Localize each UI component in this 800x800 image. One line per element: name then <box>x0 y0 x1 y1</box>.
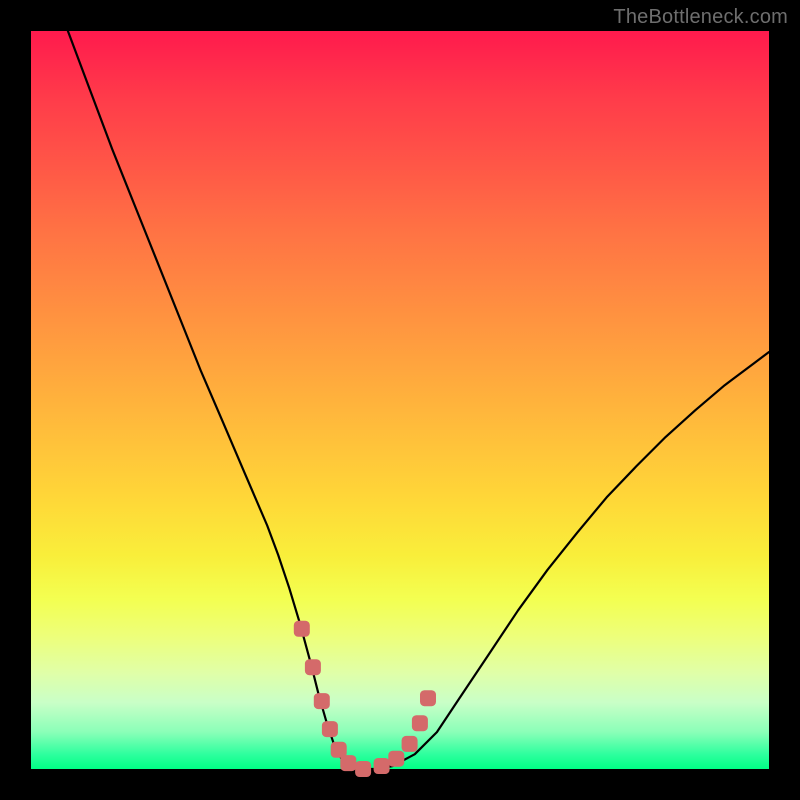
optimal-marker <box>412 715 428 731</box>
optimal-marker <box>305 659 321 675</box>
optimal-marker <box>374 758 390 774</box>
bottleneck-curve <box>68 31 769 769</box>
chart-frame: TheBottleneck.com <box>0 0 800 800</box>
optimal-marker <box>314 693 330 709</box>
optimal-marker <box>294 621 310 637</box>
optimal-marker <box>388 751 404 767</box>
optimal-marker <box>322 721 338 737</box>
optimal-marker <box>402 736 418 752</box>
watermark-text: TheBottleneck.com <box>613 6 788 29</box>
optimal-marker <box>420 690 436 706</box>
optimal-marker <box>340 755 356 771</box>
optimal-marker <box>355 761 371 777</box>
chart-svg <box>31 31 769 769</box>
